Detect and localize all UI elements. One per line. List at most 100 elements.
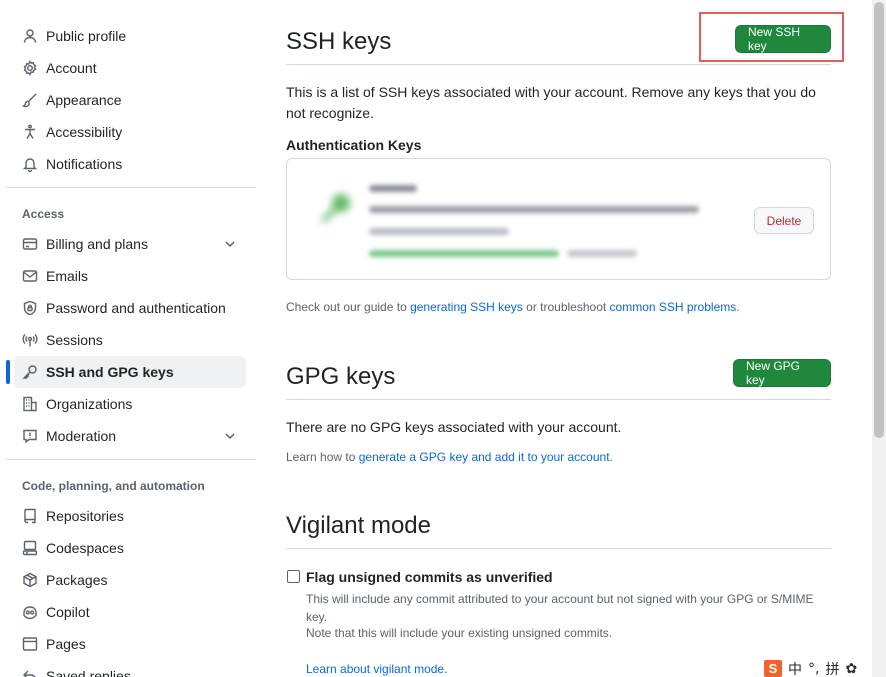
sidebar-item-label: SSH and GPG keys: [46, 364, 174, 380]
gpg-empty-text: There are no GPG keys associated with yo…: [286, 419, 622, 435]
person-icon: [22, 28, 38, 44]
ime-toolbar: S 中 °, 拼 ✿: [760, 660, 886, 677]
new-gpg-key-button[interactable]: New GPG key: [733, 359, 831, 387]
sidebar-item-label: Emails: [46, 268, 89, 284]
gpg-keys-title: GPG keys: [286, 363, 396, 390]
sidebar-item-copilot[interactable]: Copilot: [14, 596, 246, 628]
vigilant-desc-1: This will include any commit attributed …: [306, 592, 814, 624]
shield-lock-icon: [22, 300, 38, 316]
ssh-keys-title: SSH keys: [286, 28, 392, 55]
chevron-down-icon[interactable]: [222, 236, 238, 252]
learn-vigilant-mode-link[interactable]: Learn about vigilant mode.: [306, 662, 447, 676]
sidebar-item-repositories[interactable]: Repositories: [14, 500, 246, 532]
sidebar-item-password[interactable]: Password and authentication: [14, 292, 246, 324]
ime-punctuation-toggle[interactable]: °,: [808, 661, 819, 677]
ssh-key-fingerprint-redacted: [369, 206, 699, 213]
browser-icon: [22, 636, 38, 652]
scrollbar-thumb[interactable]: [874, 2, 884, 438]
sidebar-item-label: Accessibility: [46, 124, 123, 140]
ssh-key-added-date-redacted: [369, 228, 509, 235]
learn-prefix: Learn how to: [286, 450, 359, 464]
guide-middle: or troubleshoot: [522, 300, 610, 314]
gear-icon: [22, 60, 38, 76]
learn-suffix: .: [609, 450, 613, 464]
sidebar-item-moderation[interactable]: Moderation: [14, 420, 246, 452]
sidebar-item-label: Public profile: [46, 28, 127, 44]
gpg-learn-text: Learn how to generate a GPG key and add …: [286, 450, 613, 464]
sidebar-item-organizations[interactable]: Organizations: [14, 388, 246, 420]
report-icon: [22, 428, 38, 444]
ime-settings-icon[interactable]: ✿: [845, 661, 857, 677]
sidebar-item-label: Account: [46, 60, 97, 76]
sidebar-item-codespaces[interactable]: Codespaces: [14, 532, 246, 564]
sidebar-item-sessions[interactable]: Sessions: [14, 324, 246, 356]
sidebar-item-label: Organizations: [46, 396, 133, 412]
vigilant-desc-2: Note that this will include your existin…: [306, 626, 613, 640]
sidebar-item-account[interactable]: Account: [14, 52, 246, 84]
sogou-logo-icon[interactable]: S: [764, 660, 782, 677]
section-divider: [286, 64, 831, 65]
accessibility-icon: [22, 124, 38, 140]
sidebar-item-label: Packages: [46, 572, 108, 588]
generating-ssh-keys-link[interactable]: generating SSH keys: [410, 300, 523, 314]
guide-prefix: Check out our guide to: [286, 300, 411, 314]
sidebar-item-label: Notifications: [46, 156, 123, 172]
sidebar-item-pages[interactable]: Pages: [14, 628, 246, 660]
key-icon: [22, 364, 38, 380]
ssh-key-list-item: [286, 158, 831, 280]
ssh-key-title-redacted: [369, 185, 417, 192]
ime-pinyin-mode[interactable]: 拼: [825, 659, 839, 677]
flag-unsigned-commits-label[interactable]: Flag unsigned commits as unverified: [306, 569, 553, 585]
settings-page: Public profile Account Appearance Access…: [0, 0, 886, 677]
settings-sidebar: Public profile Account Appearance Access…: [0, 0, 256, 677]
ssh-guide-text: Check out our guide to generating SSH ke…: [286, 300, 740, 314]
sidebar-item-label: Copilot: [46, 604, 90, 620]
sidebar-item-label: Password and authentication: [46, 300, 226, 316]
mail-icon: [22, 268, 38, 284]
sidebar-item-appearance[interactable]: Appearance: [14, 84, 246, 116]
bell-icon: [22, 156, 38, 172]
package-icon: [22, 572, 38, 588]
ssh-description: This is a list of SSH keys associated wi…: [286, 84, 816, 121]
codespaces-icon: [22, 540, 38, 556]
flag-unsigned-commits-checkbox[interactable]: [287, 570, 300, 583]
sidebar-divider: [6, 187, 256, 188]
sidebar-item-label: Saved replies: [46, 668, 131, 677]
sidebar-item-public-profile[interactable]: Public profile: [14, 20, 246, 52]
organization-icon: [22, 396, 38, 412]
sidebar-item-notifications[interactable]: Notifications: [14, 148, 246, 180]
code-group-title: Code, planning, and automation: [22, 479, 205, 493]
sidebar-item-label: Repositories: [46, 508, 124, 524]
broadcast-icon: [22, 332, 38, 348]
sidebar-item-label: Codespaces: [46, 540, 124, 556]
credit-card-icon: [22, 236, 38, 252]
sidebar-item-label: Pages: [46, 636, 86, 652]
sidebar-item-ssh-gpg-keys[interactable]: SSH and GPG keys: [14, 356, 246, 388]
ssh-key-access-redacted: [567, 250, 637, 257]
sidebar-item-label: Appearance: [46, 92, 122, 108]
sidebar-item-emails[interactable]: Emails: [14, 260, 246, 292]
access-group-title: Access: [22, 207, 65, 221]
authentication-keys-heading: Authentication Keys: [286, 137, 422, 153]
sidebar-item-billing[interactable]: Billing and plans: [14, 228, 246, 260]
reply-icon: [22, 668, 38, 677]
sidebar-divider: [6, 459, 256, 460]
repo-icon: [22, 508, 38, 524]
vigilant-mode-title: Vigilant mode: [286, 512, 431, 539]
guide-suffix: .: [736, 300, 740, 314]
section-divider: [286, 399, 831, 400]
paintbrush-icon: [22, 92, 38, 108]
section-divider: [286, 548, 831, 549]
sidebar-item-accessibility[interactable]: Accessibility: [14, 116, 246, 148]
generate-gpg-key-link[interactable]: generate a GPG key and add it to your ac…: [359, 450, 610, 464]
common-ssh-problems-link[interactable]: common SSH problems: [610, 300, 737, 314]
sidebar-item-packages[interactable]: Packages: [14, 564, 246, 596]
new-ssh-key-button[interactable]: New SSH key: [735, 25, 831, 53]
sidebar-item-saved-replies[interactable]: Saved replies: [14, 660, 246, 677]
key-icon: [321, 194, 350, 223]
ime-language-toggle[interactable]: 中: [788, 659, 802, 677]
delete-ssh-key-button[interactable]: Delete: [754, 207, 814, 234]
chevron-down-icon[interactable]: [222, 428, 238, 444]
copilot-icon: [22, 604, 38, 620]
sidebar-item-label: Billing and plans: [46, 236, 148, 252]
